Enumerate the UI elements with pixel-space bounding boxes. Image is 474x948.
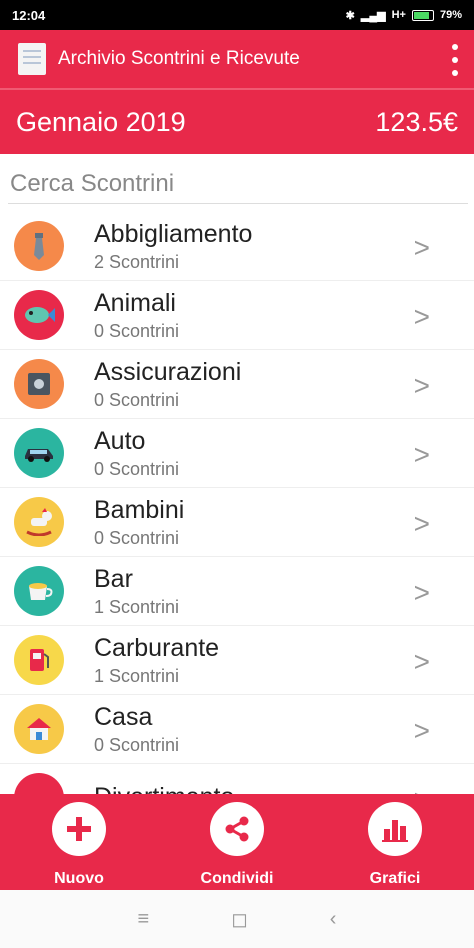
status-bar: 12:04 ✱ ▂▄▆ H+ 79%	[0, 0, 474, 30]
bottom-action-bar: Nuovo Condividi Grafici	[0, 794, 474, 890]
tie-icon	[14, 221, 64, 271]
category-name: Assicurazioni	[94, 358, 242, 386]
category-count: 0 Scontrini	[94, 528, 180, 548]
search-input[interactable]: Cerca Scontrini	[8, 164, 468, 204]
category-row-bambini[interactable]: Bambini 0 Scontrini >	[0, 488, 474, 557]
category-count: 1 Scontrini	[94, 597, 180, 617]
chevron-right-icon: >	[413, 577, 430, 608]
category-name: Divertimento	[94, 782, 234, 794]
fuel-pump-icon	[14, 635, 64, 685]
category-row-assicurazioni[interactable]: Assicurazioni 0 Scontrini >	[0, 350, 474, 419]
category-row-casa[interactable]: Casa 0 Scontrini >	[0, 695, 474, 764]
chevron-right-icon: >	[413, 715, 430, 746]
fun-icon	[14, 773, 64, 794]
chevron-right-icon: >	[413, 646, 430, 677]
plus-icon	[52, 802, 106, 856]
status-time: 12:04	[12, 7, 46, 23]
fish-icon	[14, 290, 64, 340]
share-icon	[210, 802, 264, 856]
chevron-right-icon: >	[413, 508, 430, 539]
action-label: Nuovo	[54, 870, 104, 887]
category-name: Abbigliamento	[94, 220, 253, 248]
car-icon	[14, 428, 64, 478]
network-type: H+	[391, 9, 406, 21]
category-count: 2 Scontrini	[94, 252, 180, 272]
overflow-menu-icon[interactable]	[452, 44, 458, 76]
chevron-right-icon: >	[413, 370, 430, 401]
category-name: Bar	[94, 565, 133, 593]
category-count: 1 Scontrini	[94, 666, 180, 686]
home-nav-icon[interactable]: ◻	[231, 907, 248, 932]
status-icons: ✱ ▂▄▆ H+ 79%	[346, 9, 462, 22]
house-icon	[14, 704, 64, 754]
category-row-bar[interactable]: Bar 1 Scontrini >	[0, 557, 474, 626]
share-button[interactable]: Condividi	[182, 802, 292, 888]
chart-icon	[368, 802, 422, 856]
safe-icon	[14, 359, 64, 409]
category-row-carburante[interactable]: Carburante 1 Scontrini >	[0, 626, 474, 695]
app-title: Archivio Scontrini e Ricevute	[58, 48, 300, 69]
battery-level: 79%	[439, 9, 462, 21]
rocking-horse-icon	[14, 497, 64, 547]
new-receipt-button[interactable]: Nuovo	[24, 802, 134, 888]
back-nav-icon[interactable]: ‹	[330, 908, 337, 931]
month-header[interactable]: Gennaio 2019 123.5€	[0, 88, 474, 154]
action-label: Grafici	[369, 870, 421, 887]
app-bar: Archivio Scontrini e Ricevute	[0, 30, 474, 88]
month-total: 123.5€	[375, 106, 458, 137]
charts-button[interactable]: Grafici	[340, 802, 450, 888]
menu-nav-icon[interactable]: ≡	[138, 908, 150, 931]
chevron-right-icon: >	[413, 232, 430, 263]
category-count: 0 Scontrini	[94, 459, 180, 479]
system-nav-bar: ≡ ◻ ‹	[0, 890, 474, 948]
action-label: Condividi	[200, 870, 274, 887]
receipt-icon	[18, 43, 46, 75]
chevron-right-icon: >	[414, 784, 430, 794]
category-row-animali[interactable]: Animali 0 Scontrini >	[0, 281, 474, 350]
category-count: 0 Scontrini	[94, 735, 180, 755]
category-count: 0 Scontrini	[94, 390, 180, 410]
chevron-right-icon: >	[413, 301, 430, 332]
category-row-auto[interactable]: Auto 0 Scontrini >	[0, 419, 474, 488]
category-row-abbigliamento[interactable]: Abbigliamento 2 Scontrini >	[0, 212, 474, 281]
category-name: Casa	[94, 703, 153, 731]
chevron-right-icon: >	[413, 439, 430, 470]
category-name: Animali	[94, 289, 176, 317]
category-name: Carburante	[94, 634, 220, 662]
category-list: Abbigliamento 2 Scontrini > Animali 0 Scon…	[0, 212, 474, 794]
category-name: Bambini	[94, 496, 185, 524]
category-row-divertimento[interactable]: Divertimento >	[0, 764, 474, 794]
coffee-icon	[14, 566, 64, 616]
battery-icon	[411, 9, 434, 21]
signal-icon: ▂▄▆	[360, 9, 386, 22]
category-name: Auto	[94, 427, 146, 455]
month-label: Gennaio 2019	[16, 106, 186, 137]
bluetooth-icon: ✱	[345, 9, 355, 22]
category-count: 0 Scontrini	[94, 321, 180, 341]
